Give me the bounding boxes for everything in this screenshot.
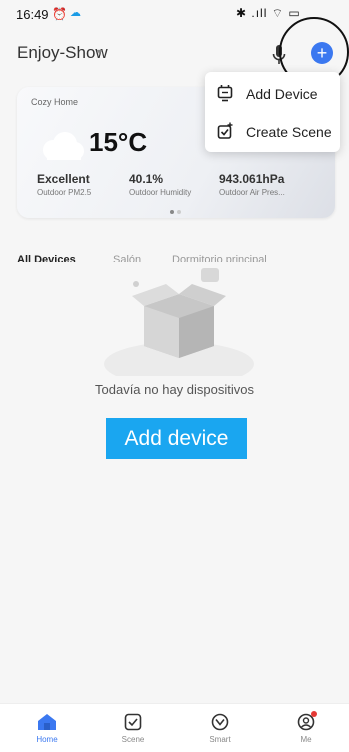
cloud-notification-icon: ☁ bbox=[70, 7, 81, 19]
nav-label: Me bbox=[300, 735, 312, 744]
temperature: 15°C bbox=[89, 127, 148, 157]
bottom-navigation: Home Scene Smart Me bbox=[0, 703, 349, 752]
stat-value: Excellent bbox=[37, 172, 90, 186]
card-home-name: Cozy Home bbox=[31, 97, 79, 107]
device-tabs: All Devices Salón Dormitorio principal bbox=[17, 252, 347, 262]
system-status-icons: ✱ .ıll ⌔ ▭ bbox=[236, 6, 301, 20]
stat-humidity: 40.1% Outdoor Humidity bbox=[129, 172, 191, 197]
nav-label: Smart bbox=[209, 735, 231, 744]
tab-master-bedroom[interactable]: Dormitorio principal bbox=[172, 254, 267, 262]
menu-item-label: Add Device bbox=[246, 86, 318, 102]
stat-value: 943.061hPa bbox=[219, 172, 285, 186]
stat-label: Outdoor PM2.5 bbox=[37, 188, 92, 197]
menu-item-add-device[interactable]: Add Device bbox=[205, 74, 340, 112]
stat-air-pressure: 943.061hPa Outdoor Air Pres... bbox=[219, 172, 285, 197]
menu-item-create-scene[interactable]: Create Scene bbox=[205, 112, 340, 150]
notification-badge bbox=[311, 711, 317, 717]
nav-scene[interactable]: Scene bbox=[103, 713, 163, 744]
scene-icon bbox=[124, 713, 142, 731]
add-device-button[interactable]: Add device bbox=[106, 418, 247, 459]
nav-home[interactable]: Home bbox=[17, 713, 77, 744]
stat-label: Outdoor Humidity bbox=[129, 188, 192, 197]
nav-smart[interactable]: Smart bbox=[190, 713, 250, 744]
tab-salon[interactable]: Salón bbox=[113, 254, 141, 262]
cloud-icon bbox=[43, 132, 84, 160]
status-time: 16:49 bbox=[16, 7, 49, 22]
alarm-icon: ⏰ bbox=[52, 7, 67, 21]
stat-value: 40.1% bbox=[129, 172, 164, 186]
page-indicator bbox=[170, 201, 184, 218]
chevron-down-icon[interactable]: ▾ bbox=[97, 47, 102, 58]
empty-message: Todavía no hay dispositivos bbox=[95, 382, 254, 397]
create-scene-icon bbox=[217, 122, 233, 139]
stat-pm25: Excellent Outdoor PM2.5 bbox=[37, 172, 91, 197]
tab-all-devices[interactable]: All Devices bbox=[17, 254, 76, 262]
home-icon bbox=[38, 714, 56, 730]
device-icon bbox=[217, 85, 233, 102]
menu-item-label: Create Scene bbox=[246, 124, 332, 140]
nav-label: Home bbox=[36, 735, 58, 744]
smart-icon bbox=[211, 713, 229, 731]
stat-label: Outdoor Air Pres... bbox=[219, 188, 285, 197]
empty-box-illustration bbox=[104, 268, 254, 376]
add-popup-menu: Add Device Create Scene bbox=[205, 72, 340, 152]
nav-label: Scene bbox=[121, 735, 145, 744]
home-selector[interactable]: Enjoy-Show bbox=[17, 43, 108, 63]
nav-me[interactable]: Me bbox=[276, 711, 336, 744]
